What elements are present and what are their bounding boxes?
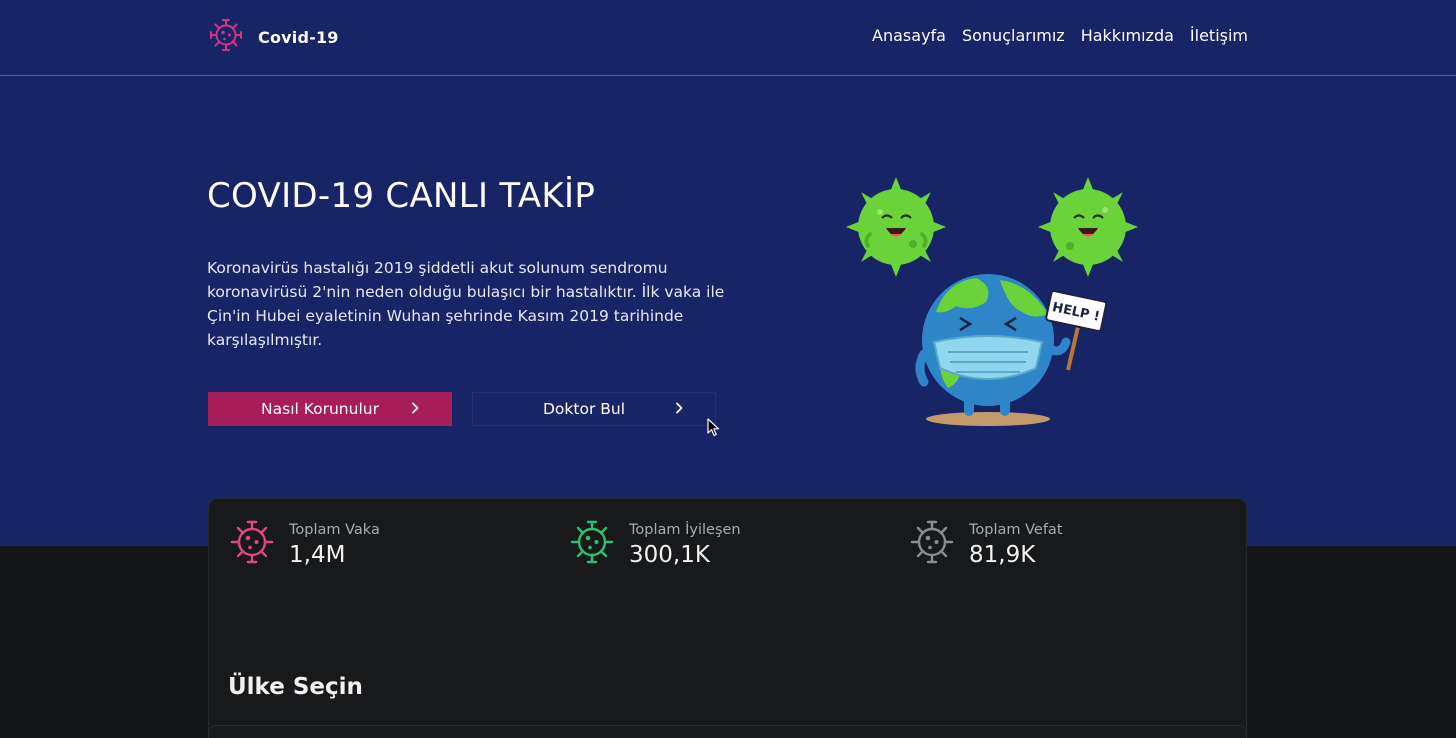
find-doctor-button-label: Doktor Bul xyxy=(542,400,626,418)
stat-value: 81,9K xyxy=(969,542,1036,568)
country-section-title: Ülke Seçin xyxy=(228,674,363,700)
virus-icon xyxy=(909,519,955,569)
chevron-right-icon xyxy=(410,400,420,418)
stat-total-cases: Toplam Vaka 1,4M xyxy=(229,519,380,569)
hero-description: Koronavirüs hastalığı 2019 şiddetli akut… xyxy=(207,259,725,349)
mouse-cursor-icon xyxy=(707,418,721,442)
virus-icon xyxy=(229,519,275,569)
hero-illustration: HELP ! xyxy=(840,172,1150,436)
stat-label: Toplam Vefat xyxy=(969,522,1063,538)
navbar: Covid-19 Anasayfa Sonuçlarımız Hakkımızd… xyxy=(0,0,1456,76)
country-select-box[interactable] xyxy=(208,725,1247,738)
nav-link-sonuclarimiz[interactable]: Sonuçlarımız xyxy=(962,26,1065,45)
nav-link-anasayfa[interactable]: Anasayfa xyxy=(872,26,946,45)
stats-card: Toplam Vaka 1,4M Toplam İyileşen 300,1K xyxy=(208,498,1247,738)
stat-label: Toplam Vaka xyxy=(289,522,380,538)
nav-links: Anasayfa Sonuçlarımız Hakkımızda İletişi… xyxy=(872,26,1248,45)
protection-button-label: Nasıl Korunulur xyxy=(261,400,379,418)
brand-name: Covid-19 xyxy=(258,27,339,47)
stat-total-deaths: Toplam Vefat 81,9K xyxy=(909,519,1063,569)
chevron-right-icon xyxy=(674,400,684,418)
stat-label: Toplam İyileşen xyxy=(629,522,741,538)
hero-title: COVID-19 CANLI TAKİP xyxy=(207,176,596,216)
virus-icon xyxy=(208,17,244,57)
nav-link-hakkimizda[interactable]: Hakkımızda xyxy=(1081,26,1174,45)
virus-icon xyxy=(569,519,615,569)
nav-link-iletisim[interactable]: İletişim xyxy=(1190,26,1248,45)
protection-button[interactable]: Nasıl Korunulur xyxy=(208,392,452,426)
brand[interactable]: Covid-19 xyxy=(208,19,339,55)
virus-character-left xyxy=(846,177,946,277)
earth-character: HELP ! xyxy=(915,274,1108,416)
find-doctor-button[interactable]: Doktor Bul xyxy=(472,392,716,426)
stat-value: 1,4M xyxy=(289,542,346,568)
stat-value: 300,1K xyxy=(629,542,710,568)
stat-total-recovered: Toplam İyileşen 300,1K xyxy=(569,519,741,569)
virus-character-right xyxy=(1038,177,1138,277)
